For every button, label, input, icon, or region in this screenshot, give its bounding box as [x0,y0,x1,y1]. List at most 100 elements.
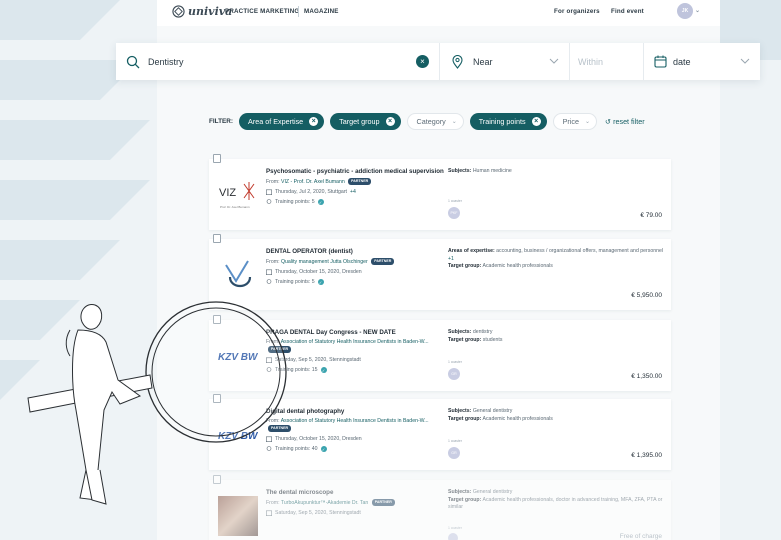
filter-label: FILTER: [209,118,234,125]
chevron-down-icon[interactable]: ⌄ [695,7,700,14]
coach-avatar[interactable]: GR [448,368,460,380]
nav-for-organizers[interactable]: For organizers [554,8,600,15]
close-icon[interactable]: × [309,117,319,126]
organizer-logo [218,496,258,536]
filter-bar: FILTER: Area of Expertise × Target group ×… [209,113,645,130]
side-label: Subjects: [448,489,472,495]
chip-label: Category [416,117,446,126]
filter-chip-target-group[interactable]: Target group × [330,113,401,130]
organizer-link[interactable]: Association of Statutory Health Insuranc… [281,339,429,345]
event-title[interactable]: Psychosomatic - psychiatric - addiction … [266,168,444,176]
side-row-1: Areas of expertise: accounting, business… [448,248,664,263]
organizer-line: From: Association of Statutory Health In… [266,339,444,354]
organizer-line: From: VIZ - Prof. Dr. Axel Bumann PARTNE… [266,178,444,186]
organizer-logo: KZV BW [218,415,258,455]
organizer-link[interactable]: VIZ - Prof. Dr. Axel Bumann [281,179,345,185]
side-row-2: Target group: students [448,337,664,345]
event-price: € 1,350.00 [631,373,662,380]
event-card[interactable]: KZV BW Digital dental photography From: As… [209,394,671,470]
filter-chip-training-points[interactable]: Training points × [469,113,547,130]
award-icon [266,446,272,452]
training-points-line: Training points: 40 ✓ [266,446,444,453]
logo-icon [172,5,185,18]
kzv-bw-logo: KZV BW [218,352,258,363]
calendar-icon [266,269,272,276]
event-title[interactable]: The dental microscope [266,489,444,497]
from-prefix: From: [266,178,280,185]
event-card[interactable]: The dental microscope From: TurboAkupunkt… [209,475,671,540]
side-value: Academic health professionals [482,415,553,422]
side-value: Academic health professionals, doctor in… [448,496,663,511]
event-title[interactable]: PRAGA DENTAL Day Congress - NEW DATE [266,329,444,337]
event-price: € 1,395.00 [631,452,662,459]
bookmark-icon[interactable] [213,154,221,163]
more-link[interactable]: +1 [448,256,454,262]
date-input[interactable]: date [673,57,691,67]
event-card[interactable]: KZV BW PRAGA DENTAL Day Congress - NEW DA… [209,315,671,391]
side-row-2: Target group: Academic health profession… [448,263,664,271]
organizer-link[interactable]: Quality management Jutta Olschinger [281,259,368,265]
within-field[interactable]: Within [570,43,644,80]
coach-avatar[interactable]: PKF [448,207,460,219]
close-icon[interactable]: × [385,117,395,126]
calendar-icon [266,436,272,443]
bookmark-icon[interactable] [213,394,221,403]
more-dates-link[interactable]: +4 [350,189,356,196]
card-details: Areas of expertise: accounting, business… [448,248,664,271]
organizer-line: From: Association of Statutory Health In… [266,418,444,433]
filter-dropdown-price[interactable]: Price ⌄ [552,113,598,130]
event-title[interactable]: DENTAL OPERATOR (dentist) [266,248,444,256]
side-label: Subjects: [448,329,472,335]
side-value: Academic health professionals [482,263,553,270]
search-icon [126,55,140,68]
close-icon[interactable]: × [531,117,541,126]
nav-practice-marketing[interactable]: PRACTICE MARKETING [225,8,299,15]
calendar-icon [266,189,272,196]
side-value: students [482,336,503,343]
side-label: Subjects: [448,408,472,414]
bookmark-icon[interactable] [213,234,221,243]
side-value: General dentistry [472,408,513,414]
event-title[interactable]: Digital dental photography [266,408,444,416]
reset-filter-link[interactable]: ↺ reset filter [605,117,645,126]
search-input[interactable]: Dentistry [148,57,184,67]
organizer-logo [218,255,258,295]
side-label: Subjects: [448,168,472,174]
event-card[interactable]: DENTAL OPERATOR (dentist) From: Quality m… [209,234,671,310]
bookmark-icon[interactable] [213,315,221,324]
coach-avatar[interactable] [448,533,458,540]
card-details: Subjects: Human medicine [448,168,664,176]
event-price: € 79.00 [640,212,662,219]
univiva-logo[interactable]: univiva [172,5,232,18]
search-query-field[interactable]: Dentistry × [116,43,440,80]
bookmark-icon[interactable] [213,475,221,484]
chevron-down-icon[interactable] [549,56,559,66]
partner-badge: PARTNER [268,425,292,432]
chevron-down-icon: ⌄ [585,119,591,125]
near-field[interactable]: Near [440,43,570,80]
chip-label: Area of Expertise [248,117,304,126]
event-date: Thursday, October 15, 2020, Dresden [275,435,362,442]
training-points-line: Training points: 15 ✓ [266,367,444,374]
date-field[interactable]: date [644,43,760,80]
user-avatar[interactable]: JK [677,3,693,19]
nav-magazine[interactable]: MAGAZINE [304,8,339,15]
coach-avatar[interactable]: GR [448,447,460,459]
nav-find-event[interactable]: Find event [611,8,644,15]
event-card[interactable]: VIZ Prof. Dr. Axel Bumann Psychosomatic - … [209,154,671,230]
training-points: Training points: 15 [275,366,318,373]
filter-chip-area-of-expertise[interactable]: Area of Expertise × [239,113,325,130]
chip-label: Training points [478,117,526,126]
near-input[interactable]: Near [473,57,493,67]
within-input[interactable]: Within [578,57,603,67]
side-value: dentistry [472,329,493,335]
chevron-down-icon[interactable] [740,56,750,66]
organizer-link[interactable]: Association of Statutory Health Insuranc… [281,418,429,424]
chip-label: Target group [339,117,380,126]
filter-dropdown-category[interactable]: Category ⌄ [406,113,464,130]
clear-search-button[interactable]: × [416,55,429,68]
organizer-link[interactable]: TurboAkupunktur™-Akademie Dr. Tan [281,500,368,506]
viz-logo: VIZ Prof. Dr. Axel Bumann [219,182,255,209]
card-main: The dental microscope From: TurboAkupunkt… [266,489,444,520]
side-row-1: Subjects: General dentistry [448,408,664,416]
